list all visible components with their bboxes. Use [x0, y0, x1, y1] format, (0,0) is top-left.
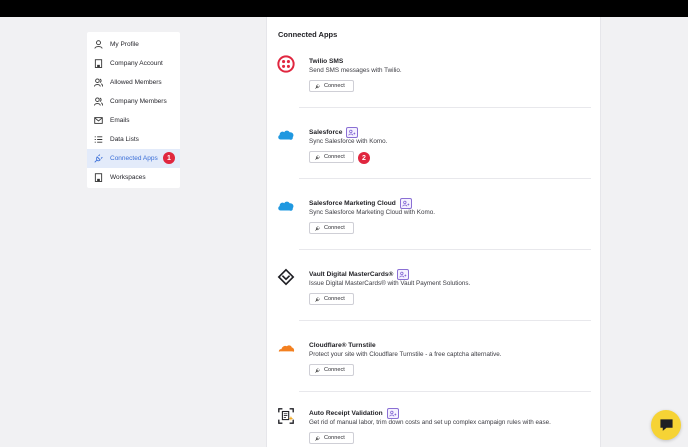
connect-label: Connect [324, 225, 345, 231]
connect-button[interactable]: Connect [309, 80, 354, 92]
app-name: Cloudflare® Turnstile [309, 341, 376, 349]
sidebar-item-label: Allowed Members [110, 79, 162, 86]
connect-label: Connect [324, 435, 345, 441]
users-icon [94, 97, 103, 106]
sidebar-item-workspaces[interactable]: Workspaces [87, 168, 180, 187]
connect-button[interactable]: Connect [309, 293, 354, 305]
ai-feature-icon [346, 126, 359, 138]
connect-label: Connect [324, 367, 345, 373]
app-name: Vault Digital MasterCards® [309, 270, 394, 278]
sidebar-item-my-profile[interactable]: My Profile [87, 35, 180, 54]
connect-label: Connect [324, 83, 345, 89]
plug-icon [315, 154, 320, 160]
connect-button[interactable]: Connect [309, 364, 354, 376]
salesforce-cloud-icon [277, 197, 295, 215]
sidebar-item-emails[interactable]: Emails [87, 111, 180, 130]
ai-feature-icon [397, 268, 410, 280]
sidebar-item-company-account[interactable]: Company Account [87, 54, 180, 73]
app-name: Salesforce [309, 128, 343, 136]
connect-label: Connect [324, 154, 345, 160]
mail-icon [94, 116, 103, 125]
divider [299, 391, 591, 392]
chat-icon [659, 419, 673, 431]
sidebar-item-label: Company Account [110, 60, 163, 67]
cloudflare-cloud-icon [277, 339, 295, 357]
sidebar-item-allowed-members[interactable]: Allowed Members [87, 73, 180, 92]
step-badge: 2 [358, 152, 370, 164]
twilio-logo-icon [277, 55, 295, 73]
sidebar-item-company-members[interactable]: Company Members [87, 92, 180, 111]
ai-feature-icon [386, 407, 399, 419]
settings-sidebar: My Profile Company Account Allowed Membe… [87, 32, 180, 188]
plug-icon [315, 83, 320, 89]
divider [299, 249, 591, 250]
sidebar-item-label: Connected Apps [110, 155, 158, 162]
page-title: Connected Apps [278, 30, 338, 39]
sidebar-item-label: Data Lists [110, 136, 139, 143]
app-name: Salesforce Marketing Cloud [309, 199, 396, 207]
connect-button[interactable]: Connect [309, 432, 354, 444]
list-icon [94, 135, 103, 144]
app-description: Get rid of manual labor, trim down costs… [309, 419, 551, 426]
plug-icon [94, 154, 103, 163]
app-description: Issue Digital MasterCards® with Vault Pa… [309, 280, 471, 287]
plug-icon [315, 435, 320, 441]
app-name: Auto Receipt Validation [309, 409, 383, 417]
app-name: Twilio SMS [309, 57, 344, 65]
building-icon [94, 173, 103, 182]
divider [299, 178, 591, 179]
building-icon [94, 59, 103, 68]
ai-feature-icon [399, 197, 412, 209]
connect-button[interactable]: Connect [309, 222, 354, 234]
divider [299, 320, 591, 321]
divider [299, 107, 591, 108]
app-description: Protect your site with Cloudflare Turnst… [309, 351, 502, 358]
sidebar-item-label: Emails [110, 117, 130, 124]
chat-launcher-button[interactable] [651, 410, 681, 440]
app-description: Sync Salesforce with Komo. [309, 138, 388, 145]
vault-diamond-icon [277, 268, 295, 286]
connected-apps-panel: Connected Apps Twilio SMS Send SMS messa… [266, 17, 601, 447]
app-description: Send SMS messages with Twilio. [309, 67, 402, 74]
sidebar-item-data-lists[interactable]: Data Lists [87, 130, 180, 149]
connect-button[interactable]: Connect [309, 151, 354, 163]
salesforce-cloud-icon [277, 126, 295, 144]
sidebar-item-label: My Profile [110, 41, 139, 48]
app-description: Sync Salesforce Marketing Cloud with Kom… [309, 209, 435, 216]
user-icon [94, 40, 103, 49]
sidebar-item-label: Workspaces [110, 174, 146, 181]
receipt-scan-icon [277, 407, 295, 425]
top-bar [0, 0, 688, 17]
sidebar-item-label: Company Members [110, 98, 167, 105]
sidebar-item-connected-apps[interactable]: Connected Apps 1 [87, 149, 180, 168]
connect-label: Connect [324, 296, 345, 302]
users-icon [94, 78, 103, 87]
plug-icon [315, 367, 320, 373]
plug-icon [315, 296, 320, 302]
step-badge: 1 [163, 152, 175, 164]
plug-icon [315, 225, 320, 231]
